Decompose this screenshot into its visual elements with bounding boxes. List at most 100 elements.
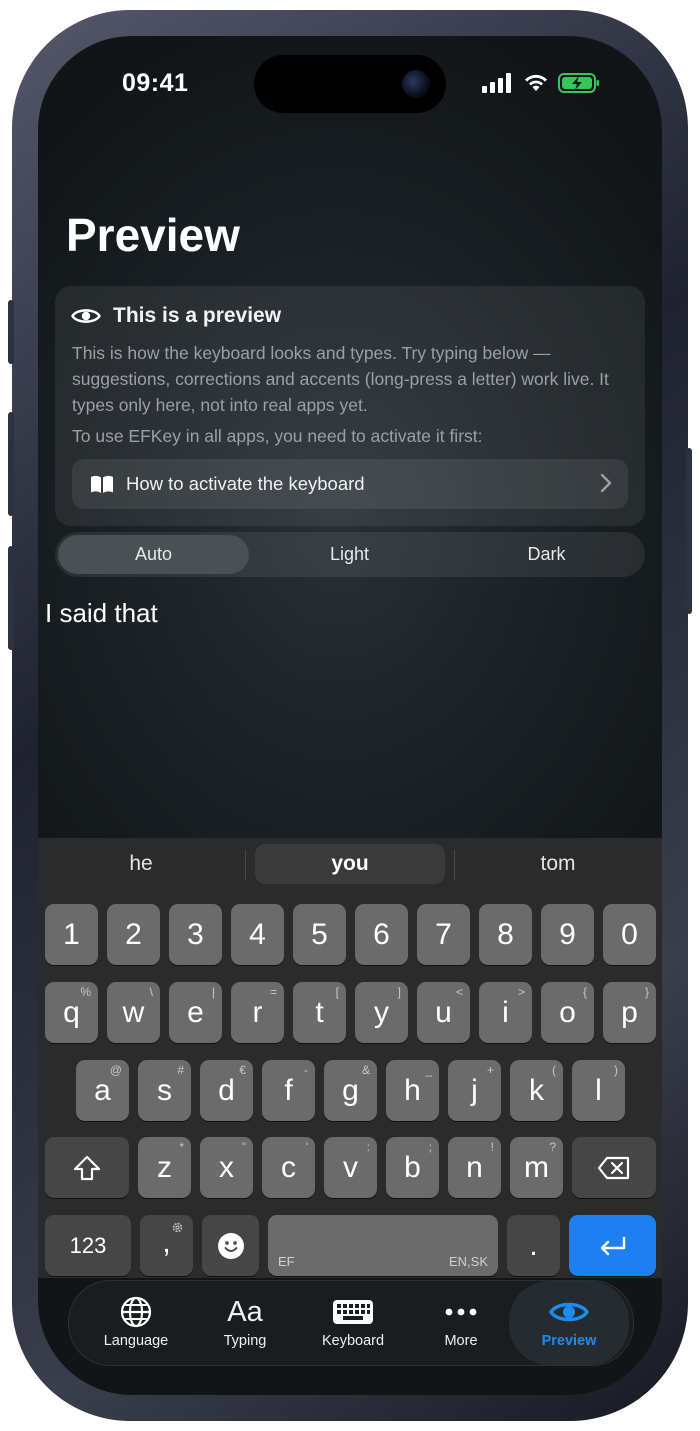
cellular-signal-icon bbox=[482, 73, 511, 93]
card-title: This is a preview bbox=[113, 304, 282, 327]
key-alt: ' bbox=[305, 1140, 308, 1154]
tab-label: Preview bbox=[541, 1333, 597, 1349]
key-label: y bbox=[374, 995, 389, 1029]
key-alt: _ bbox=[425, 1063, 432, 1077]
key-alt: ] bbox=[397, 985, 401, 999]
key-label: g bbox=[342, 1073, 359, 1107]
key-w[interactable]: \ w bbox=[107, 982, 160, 1043]
key-q[interactable]: % q bbox=[45, 982, 98, 1043]
emoji-key[interactable] bbox=[202, 1215, 259, 1276]
key-1[interactable]: 1 bbox=[45, 904, 98, 965]
key-alt: + bbox=[486, 1063, 494, 1077]
key-alt: € bbox=[239, 1063, 246, 1077]
key-j[interactable]: + j bbox=[448, 1060, 501, 1121]
volume-down-button bbox=[8, 546, 14, 650]
key-alt: ? bbox=[549, 1140, 556, 1154]
key-alt: : bbox=[366, 1140, 370, 1154]
key-l[interactable]: ) l bbox=[572, 1060, 625, 1121]
return-key[interactable] bbox=[569, 1215, 656, 1276]
activate-label: How to activate the keyboard bbox=[126, 473, 365, 494]
key-alt: ( bbox=[552, 1063, 556, 1077]
period-key[interactable]: . bbox=[507, 1215, 560, 1276]
preview-text-input[interactable]: I said that bbox=[45, 598, 158, 629]
key-label: n bbox=[466, 1150, 483, 1184]
key-s[interactable]: # s bbox=[138, 1060, 191, 1121]
key-label: h bbox=[404, 1073, 421, 1107]
theme-option-auto[interactable]: Auto bbox=[58, 535, 249, 574]
key-alt: \ bbox=[149, 985, 153, 999]
wifi-icon bbox=[525, 74, 547, 91]
key-4[interactable]: 4 bbox=[231, 904, 284, 965]
key-b[interactable]: ; b bbox=[386, 1137, 439, 1198]
key-label: u bbox=[435, 995, 452, 1029]
key-alt: ! bbox=[490, 1140, 494, 1154]
key-alt: " bbox=[241, 1140, 246, 1154]
numbers-mode-key[interactable]: 123 bbox=[45, 1215, 131, 1276]
key-6[interactable]: 6 bbox=[355, 904, 408, 965]
key-p[interactable]: } p bbox=[603, 982, 656, 1043]
key-y[interactable]: ] y bbox=[355, 982, 408, 1043]
tab-preview[interactable]: Preview bbox=[509, 1281, 629, 1365]
key-o[interactable]: {o bbox=[541, 982, 594, 1043]
key-u[interactable]: < u bbox=[417, 982, 470, 1043]
key-alt: & bbox=[361, 1063, 370, 1077]
shift-key[interactable] bbox=[45, 1137, 129, 1198]
key-h[interactable]: _ h bbox=[386, 1060, 439, 1121]
key-v[interactable]: :v bbox=[324, 1137, 377, 1198]
ellipsis-icon bbox=[445, 1308, 477, 1316]
key-k[interactable]: (k bbox=[510, 1060, 563, 1121]
key-label: x bbox=[219, 1150, 234, 1184]
suggestion-right[interactable]: tom bbox=[463, 844, 653, 884]
key-alt: ) bbox=[614, 1063, 618, 1077]
key-z[interactable]: * z bbox=[138, 1137, 191, 1198]
key-x[interactable]: " x bbox=[200, 1137, 253, 1198]
key-m[interactable]: ? m bbox=[510, 1137, 563, 1198]
key-label: j bbox=[471, 1073, 478, 1107]
key-5[interactable]: 5 bbox=[293, 904, 346, 965]
key-c[interactable]: ' c bbox=[262, 1137, 315, 1198]
activation-note: To use EFKey in all apps, you need to ac… bbox=[72, 426, 483, 446]
suggestion-center[interactable]: you bbox=[255, 844, 445, 884]
how-to-activate-button[interactable]: How to activate the keyboard bbox=[72, 459, 628, 509]
tab-more[interactable]: More bbox=[406, 1281, 516, 1365]
key-d[interactable]: € d bbox=[200, 1060, 253, 1121]
key-alt: [ bbox=[335, 985, 339, 999]
space-right-label: EN,SK bbox=[448, 1254, 488, 1269]
tab-label: Language bbox=[103, 1333, 169, 1349]
theme-option-light[interactable]: Light bbox=[254, 535, 445, 574]
key-t[interactable]: [t bbox=[293, 982, 346, 1043]
tab-keyboard[interactable]: Keyboard bbox=[298, 1281, 408, 1365]
key-n[interactable]: ! n bbox=[448, 1137, 501, 1198]
key-alt: @ bbox=[109, 1063, 122, 1077]
key-a[interactable]: @ a bbox=[76, 1060, 129, 1121]
camera-lens bbox=[402, 70, 430, 98]
key-2[interactable]: 2 bbox=[107, 904, 160, 965]
key-g[interactable]: & g bbox=[324, 1060, 377, 1121]
key-i[interactable]: > i bbox=[479, 982, 532, 1043]
key-e[interactable]: | e bbox=[169, 982, 222, 1043]
key-9[interactable]: 9 bbox=[541, 904, 594, 965]
page-title: Preview bbox=[66, 209, 240, 261]
comma-key[interactable]: , bbox=[140, 1215, 193, 1276]
eye-icon bbox=[71, 309, 101, 323]
key-r[interactable]: = r bbox=[231, 982, 284, 1043]
key-8[interactable]: 8 bbox=[479, 904, 532, 965]
tab-language[interactable]: Language bbox=[81, 1281, 191, 1365]
delete-key[interactable] bbox=[572, 1137, 656, 1198]
theme-option-dark[interactable]: Dark bbox=[451, 535, 642, 574]
action-button bbox=[8, 300, 14, 364]
key-label: v bbox=[343, 1150, 358, 1184]
key-7[interactable]: 7 bbox=[417, 904, 470, 965]
key-f[interactable]: -f bbox=[262, 1060, 315, 1121]
suggestion-left[interactable]: he bbox=[46, 844, 236, 884]
tab-label: Keyboard bbox=[321, 1333, 385, 1349]
key-alt: = bbox=[269, 985, 277, 999]
status-time: 09:41 bbox=[122, 69, 189, 97]
key-3[interactable]: 3 bbox=[169, 904, 222, 965]
space-bar[interactable]: EF EN,SK bbox=[268, 1215, 498, 1276]
key-label: f bbox=[284, 1073, 293, 1107]
key-alt: { bbox=[582, 985, 587, 999]
tab-label: Typing bbox=[223, 1333, 267, 1349]
tab-typing[interactable]: Aa Typing bbox=[190, 1281, 300, 1365]
key-0[interactable]: 0 bbox=[603, 904, 656, 965]
